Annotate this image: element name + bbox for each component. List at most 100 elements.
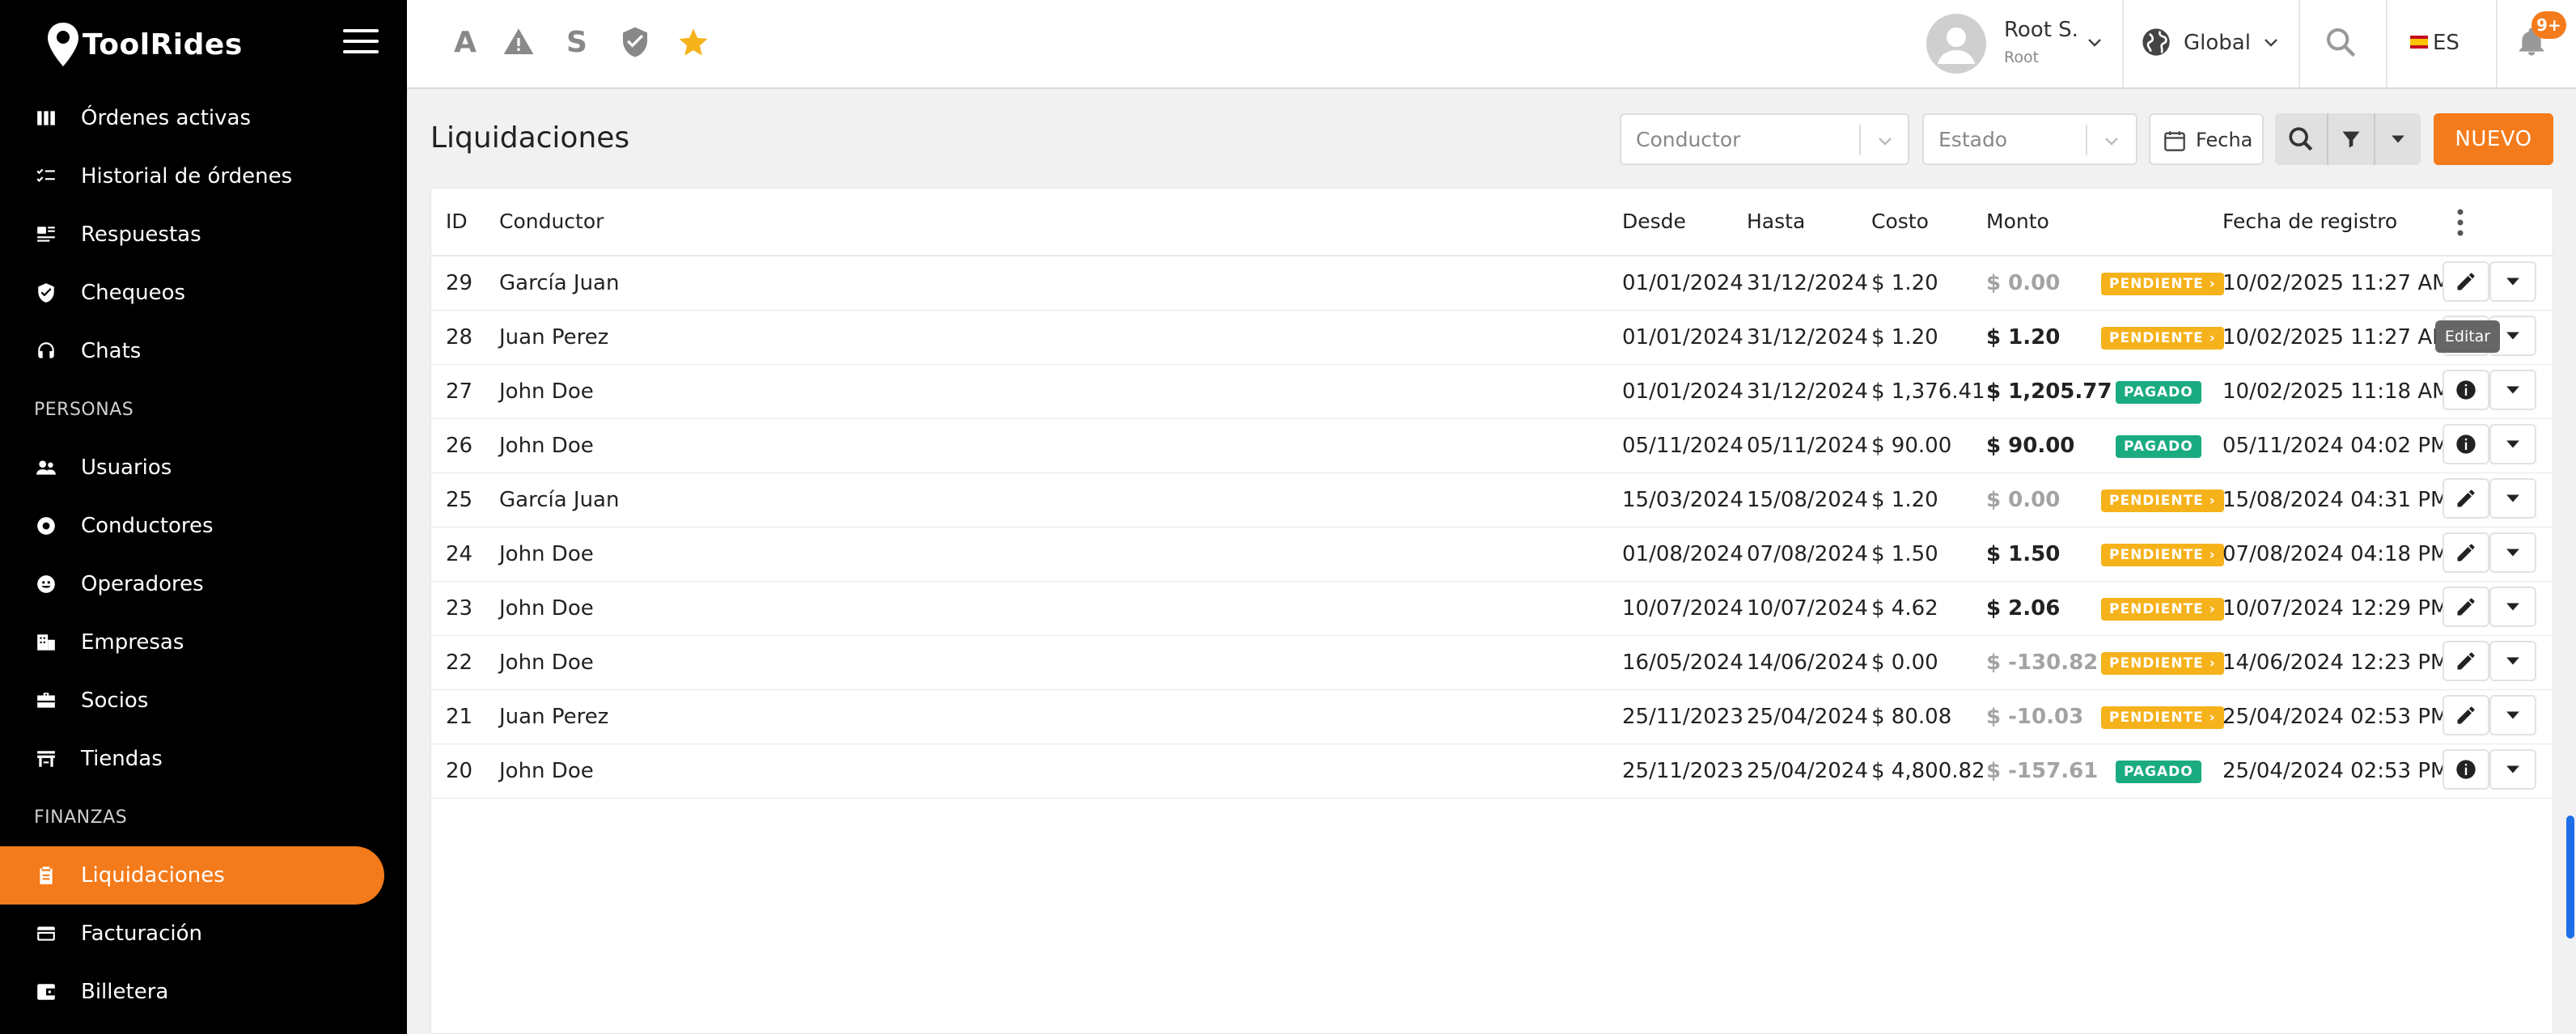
edit-button[interactable] — [2443, 261, 2489, 302]
star-icon[interactable] — [676, 24, 711, 60]
table-row[interactable]: 20 John Doe 25/11/2023 25/04/2024 $ 4,800.82… — [431, 744, 2554, 799]
sidebar-item-socios[interactable]: Socios — [0, 672, 407, 730]
sidebar-item-conductores[interactable]: Conductores — [0, 497, 407, 555]
header-registered[interactable]: Fecha de registro — [2222, 210, 2397, 233]
menu-toggle-icon[interactable] — [343, 29, 379, 58]
alert-triangle-icon[interactable] — [501, 24, 536, 60]
section-finanzas: FINANZAS — [34, 807, 128, 828]
date-filter-label: Fecha — [2196, 129, 2253, 151]
info-button[interactable] — [2443, 370, 2489, 410]
cell-cost: $ 1.50 — [1871, 542, 1938, 566]
header-driver[interactable]: Conductor — [499, 210, 604, 233]
date-filter-button[interactable]: Fecha — [2149, 113, 2264, 165]
status-badge[interactable]: PENDIENTE › — [2101, 273, 2224, 295]
cell-driver: John Doe — [499, 650, 594, 675]
pencil-icon — [2455, 487, 2477, 510]
user-name[interactable]: Root S. — [2004, 18, 2078, 42]
language-selector[interactable]: ES — [2433, 31, 2459, 55]
status-badge[interactable]: PAGADO — [2116, 435, 2201, 458]
status-badge[interactable]: PENDIENTE › — [2101, 598, 2224, 621]
scope-selector[interactable]: Global — [2184, 31, 2251, 55]
globe-icon[interactable] — [2138, 24, 2174, 60]
edit-button[interactable] — [2443, 478, 2489, 519]
header-from[interactable]: Desde — [1622, 210, 1686, 233]
status-filter-select[interactable]: Estado — [1922, 113, 2137, 165]
shortcut-s-icon[interactable]: S — [559, 24, 595, 60]
table-row[interactable]: 22 John Doe 16/05/2024 14/06/2024 $ 0.00 $ -1… — [431, 636, 2554, 690]
user-menu-chevron-icon[interactable] — [2088, 39, 2101, 47]
table-row[interactable]: 24 John Doe 01/08/2024 07/08/2024 $ 1.50 $ 1.… — [431, 528, 2554, 582]
cell-to: 15/08/2024 — [1747, 488, 1868, 512]
row-actions-dropdown[interactable] — [2489, 749, 2536, 790]
sidebar-item-empresas[interactable]: Empresas — [0, 613, 407, 672]
row-actions-dropdown[interactable] — [2489, 424, 2536, 464]
row-actions-dropdown[interactable] — [2489, 261, 2536, 302]
edit-button[interactable] — [2443, 532, 2489, 573]
header-id[interactable]: ID — [446, 210, 468, 233]
status-badge[interactable]: PENDIENTE › — [2101, 489, 2224, 512]
chevron-down-icon[interactable] — [1879, 138, 1892, 146]
row-actions-dropdown[interactable] — [2489, 695, 2536, 735]
edit-button[interactable] — [2443, 587, 2489, 627]
new-button[interactable]: NUEVO — [2434, 113, 2553, 165]
filter-options-button[interactable] — [2375, 113, 2421, 165]
sidebar-item-chats[interactable]: Chats — [0, 322, 407, 380]
scope-chevron-icon[interactable] — [2265, 39, 2277, 47]
sidebar-item-usuarios[interactable]: Usuarios — [0, 439, 407, 497]
sidebar-item-facturacion[interactable]: Facturación — [0, 905, 407, 963]
filter-button[interactable] — [2328, 113, 2374, 165]
table-row[interactable]: 21 Juan Perez 25/11/2023 25/04/2024 $ 80.08 $… — [431, 690, 2554, 744]
sidebar-item-tiendas[interactable]: Tiendas — [0, 730, 407, 788]
table-row[interactable]: 29 García Juan 01/01/2024 31/12/2024 $ 1.20 $… — [431, 256, 2554, 311]
sidebar-item-label: Operadores — [81, 572, 204, 596]
chevron-down-icon[interactable] — [2105, 138, 2118, 146]
row-actions-dropdown[interactable] — [2489, 641, 2536, 681]
status-badge[interactable]: PENDIENTE › — [2101, 652, 2224, 675]
sidebar-item-liquidaciones[interactable]: Liquidaciones — [0, 846, 384, 905]
table-row[interactable]: 28 Juan Perez 01/01/2024 31/12/2024 $ 1.20 $ … — [431, 311, 2554, 365]
table-row[interactable]: 27 John Doe 01/01/2024 31/12/2024 $ 1,376.41… — [431, 365, 2554, 419]
shield-check-icon[interactable] — [617, 24, 653, 60]
row-actions-dropdown[interactable] — [2489, 587, 2536, 627]
table-row[interactable]: 23 John Doe 10/07/2024 10/07/2024 $ 4.62 $ 2.… — [431, 582, 2554, 636]
header-to[interactable]: Hasta — [1747, 210, 1805, 233]
edit-button[interactable] — [2443, 695, 2489, 735]
row-actions-dropdown[interactable] — [2489, 478, 2536, 519]
row-actions-dropdown[interactable] — [2489, 370, 2536, 410]
settlements-table: ID Conductor Desde Hasta Costo Monto Fec… — [430, 188, 2554, 1034]
nav-finanzas: Liquidaciones Facturación Billetera — [0, 846, 407, 1021]
headset-icon — [36, 341, 57, 362]
sidebar-item-chequeos[interactable]: Chequeos — [0, 264, 407, 322]
avatar[interactable] — [1926, 14, 1986, 74]
sidebar-item-ordenes-activas[interactable]: Órdenes activas — [0, 89, 407, 147]
driver-filter-select[interactable]: Conductor — [1620, 113, 1909, 165]
cell-id: 28 — [446, 325, 473, 350]
header-amount[interactable]: Monto — [1986, 210, 2049, 233]
cell-to: 25/04/2024 — [1747, 759, 1868, 783]
sidebar-item-historial-de-ordenes[interactable]: Historial de órdenes — [0, 147, 407, 206]
sidebar-item-operadores[interactable]: Operadores — [0, 555, 407, 613]
more-vertical-icon[interactable] — [2455, 208, 2465, 237]
edit-button[interactable] — [2443, 641, 2489, 681]
search-button[interactable] — [2275, 113, 2327, 165]
cell-amount: $ 90.00 — [1986, 434, 2075, 458]
cell-registered: 10/02/2025 11:27 AM — [2222, 271, 2451, 295]
sidebar-item-billetera[interactable]: Billetera — [0, 963, 407, 1021]
scrollbar-thumb[interactable] — [2566, 816, 2574, 939]
status-badge[interactable]: PAGADO — [2116, 381, 2201, 404]
brand[interactable]: ToolRides — [0, 0, 407, 89]
status-badge[interactable]: PENDIENTE › — [2101, 327, 2224, 350]
shortcut-a-icon[interactable]: A — [447, 24, 483, 60]
info-button[interactable] — [2443, 424, 2489, 464]
status-badge[interactable]: PAGADO — [2116, 761, 2201, 783]
table-row[interactable]: 25 García Juan 15/03/2024 15/08/2024 $ 1.20 $… — [431, 473, 2554, 528]
status-badge[interactable]: PENDIENTE › — [2101, 706, 2224, 729]
table-row[interactable]: 26 John Doe 05/11/2024 05/11/2024 $ 90.00 $ 9… — [431, 419, 2554, 473]
info-button[interactable] — [2443, 749, 2489, 790]
sidebar-item-respuestas[interactable]: Respuestas — [0, 206, 407, 264]
header-cost[interactable]: Costo — [1871, 210, 1929, 233]
status-badge[interactable]: PENDIENTE › — [2101, 544, 2224, 566]
notifications-badge[interactable]: 9+ — [2532, 11, 2566, 39]
row-actions-dropdown[interactable] — [2489, 532, 2536, 573]
search-icon[interactable] — [2323, 24, 2358, 60]
